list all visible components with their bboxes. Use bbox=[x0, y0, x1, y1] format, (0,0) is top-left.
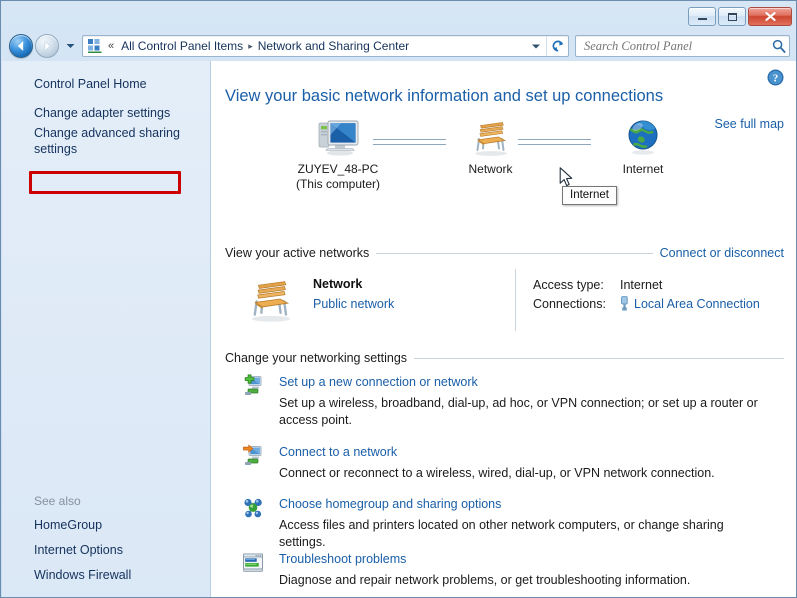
sidebar-item-change-adapter-settings[interactable]: Change adapter settings bbox=[34, 105, 186, 121]
computer-icon bbox=[318, 120, 359, 156]
sidebar-item-homegroup[interactable]: HomeGroup bbox=[34, 518, 204, 532]
breadcrumb-separator-icon: ▸ bbox=[248, 40, 253, 51]
forward-arrow-icon bbox=[44, 40, 51, 52]
sidebar: Control Panel Home Change adapter settin… bbox=[2, 61, 211, 597]
bench-icon bbox=[474, 122, 507, 156]
search-input[interactable] bbox=[576, 38, 769, 54]
map-node-internet[interactable]: Internet bbox=[583, 117, 703, 177]
close-icon bbox=[764, 12, 776, 21]
map-connector-line-2 bbox=[518, 139, 591, 146]
divider bbox=[414, 357, 784, 359]
globe-icon bbox=[628, 120, 658, 155]
setting-description: Diagnose and repair network problems, or… bbox=[279, 573, 691, 587]
see-also-title: See also bbox=[34, 494, 81, 508]
search-box[interactable] bbox=[575, 35, 790, 57]
breadcrumb-overflow-button[interactable]: « bbox=[108, 40, 114, 52]
sidebar-links: Control Panel Home Change adapter settin… bbox=[2, 75, 210, 157]
window-body: Control Panel Home Change adapter settin… bbox=[2, 61, 796, 597]
detail-row-access-type: Access type: Internet bbox=[533, 275, 760, 294]
title-bar bbox=[1, 1, 796, 31]
active-network-entry: Network Public network Access type: Inte… bbox=[225, 269, 784, 331]
network-map: ZUYEV_48-PC (This computer) Network Inte… bbox=[225, 117, 770, 191]
setting-description: Connect or reconnect to a wireless, wire… bbox=[279, 466, 715, 480]
detail-value: Internet bbox=[620, 277, 663, 292]
minimize-button[interactable] bbox=[688, 7, 716, 26]
close-button[interactable] bbox=[748, 7, 792, 26]
refresh-button[interactable] bbox=[546, 36, 568, 56]
setting-title[interactable]: Connect to a network bbox=[279, 445, 397, 459]
help-icon: ? bbox=[767, 69, 784, 86]
map-node-sublabel: (This computer) bbox=[295, 177, 381, 191]
setting-description: Access files and printers located on oth… bbox=[279, 518, 724, 549]
networking-settings-header: Change your networking settings bbox=[225, 351, 784, 365]
vertical-divider bbox=[515, 269, 516, 331]
recent-pages-button[interactable] bbox=[62, 36, 78, 56]
bench-icon bbox=[251, 281, 291, 322]
maximize-button[interactable] bbox=[718, 7, 746, 26]
network-sharing-center-window: « All Control Panel Items ▸ Network and … bbox=[0, 0, 797, 598]
magnifier-icon bbox=[772, 39, 786, 53]
connect-or-disconnect-link[interactable]: Connect or disconnect bbox=[660, 246, 784, 260]
see-also-section: See also HomeGroup Internet Options Wind… bbox=[34, 494, 204, 584]
setting-title[interactable]: Set up a new connection or network bbox=[279, 375, 478, 389]
map-node-label: ZUYEV_48-PC bbox=[297, 162, 379, 176]
detail-label: Access type: bbox=[533, 277, 604, 292]
active-networks-header: View your active networks Connect or dis… bbox=[225, 246, 784, 260]
address-bar: « All Control Panel Items ▸ Network and … bbox=[1, 31, 796, 61]
highlight-annotation-box bbox=[29, 171, 181, 194]
setting-description: Set up a wireless, broadband, dial-up, a… bbox=[279, 396, 758, 427]
connect-network-icon bbox=[241, 444, 265, 468]
breadcrumb-bar[interactable]: « All Control Panel Items ▸ Network and … bbox=[82, 35, 569, 57]
forward-button[interactable] bbox=[35, 34, 59, 58]
sidebar-item-internet-options[interactable]: Internet Options bbox=[34, 543, 204, 557]
tooltip: Internet bbox=[562, 186, 617, 205]
map-node-this-computer[interactable]: ZUYEV_48-PC (This computer) bbox=[273, 117, 403, 192]
sidebar-item-change-advanced-sharing-settings[interactable]: Change advanced sharing settings bbox=[34, 125, 186, 157]
homegroup-icon bbox=[241, 496, 265, 520]
active-network-type-link[interactable]: Public network bbox=[313, 297, 394, 311]
sidebar-item-control-panel-home[interactable]: Control Panel Home bbox=[34, 77, 147, 91]
ethernet-plug-icon bbox=[621, 296, 628, 311]
setting-title[interactable]: Choose homegroup and sharing options bbox=[279, 497, 501, 511]
map-node-label: Internet bbox=[622, 162, 664, 176]
section-heading: Change your networking settings bbox=[225, 351, 408, 365]
back-arrow-icon bbox=[17, 41, 24, 51]
page-title: View your basic network information and … bbox=[225, 87, 664, 105]
sidebar-item-windows-firewall[interactable]: Windows Firewall bbox=[34, 568, 204, 582]
section-heading: View your active networks bbox=[225, 246, 370, 260]
back-button[interactable] bbox=[9, 34, 33, 58]
see-full-map-link[interactable]: See full map bbox=[715, 117, 784, 131]
chevron-down-icon bbox=[532, 44, 540, 48]
chevron-down-icon bbox=[66, 44, 74, 48]
active-network-details: Access type: Internet Connections: Local… bbox=[533, 275, 760, 313]
svg-text:?: ? bbox=[773, 72, 779, 84]
new-connection-icon bbox=[241, 374, 265, 398]
control-panel-icon bbox=[88, 39, 102, 53]
refresh-icon bbox=[552, 40, 563, 52]
window-controls bbox=[688, 7, 792, 26]
troubleshoot-icon bbox=[241, 551, 265, 575]
map-node-label: Network bbox=[468, 162, 513, 176]
help-button[interactable]: ? bbox=[767, 69, 784, 86]
previous-locations-button[interactable] bbox=[526, 36, 546, 56]
minimize-icon bbox=[697, 18, 707, 20]
search-icon[interactable] bbox=[769, 36, 789, 56]
detail-label: Connections: bbox=[533, 296, 606, 311]
breadcrumb-item-all-control-panel-items[interactable]: All Control Panel Items bbox=[118, 38, 246, 54]
detail-row-connections: Connections: Local Area Connection bbox=[533, 294, 760, 313]
divider bbox=[376, 252, 653, 254]
local-area-connection-link[interactable]: Local Area Connection bbox=[634, 297, 760, 311]
main-content: ? View your basic network information an… bbox=[211, 61, 796, 597]
maximize-icon bbox=[727, 12, 737, 21]
setting-title[interactable]: Troubleshoot problems bbox=[279, 552, 406, 566]
active-network-name: Network bbox=[313, 277, 363, 291]
map-node-network[interactable]: Network bbox=[433, 117, 548, 177]
breadcrumb-item-network-and-sharing-center[interactable]: Network and Sharing Center bbox=[255, 38, 412, 54]
